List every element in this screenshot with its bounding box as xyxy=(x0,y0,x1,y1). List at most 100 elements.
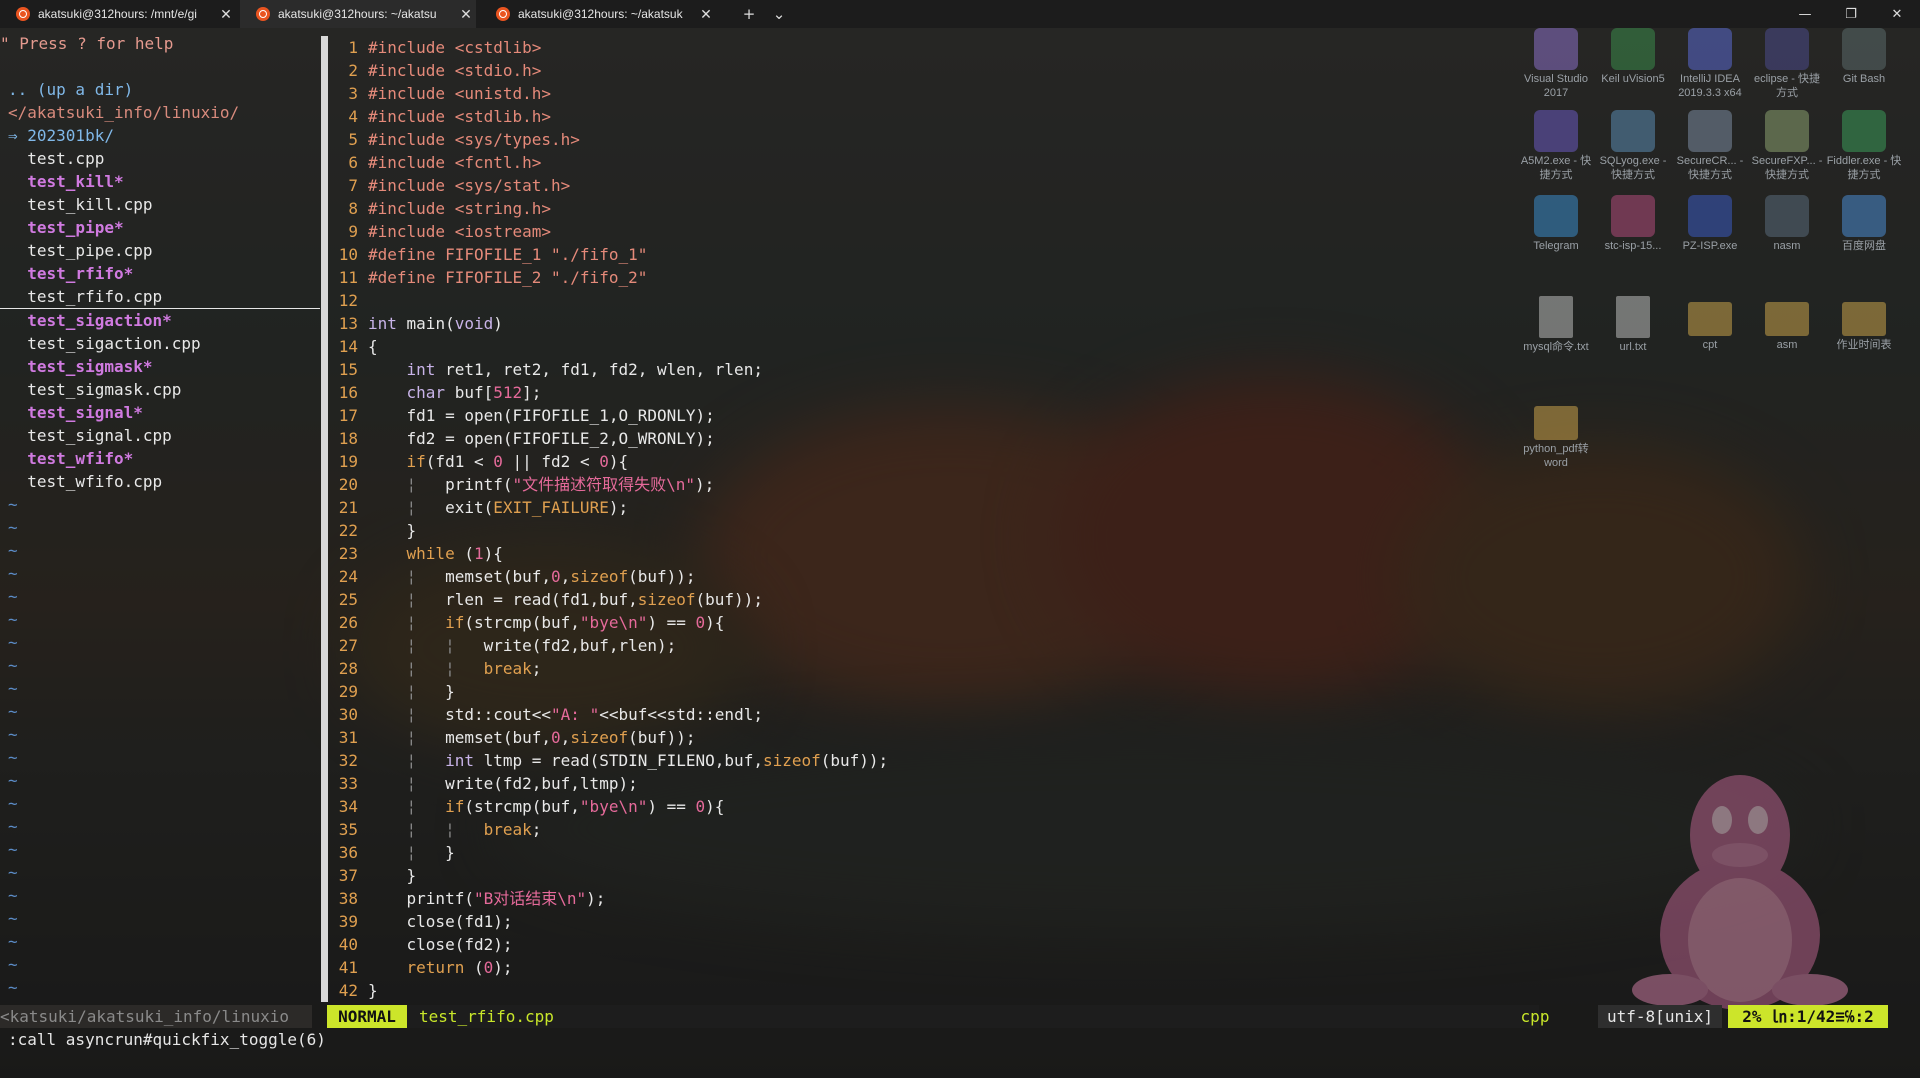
code-line[interactable]: 17 fd1 = open(FIFOFILE_1,O_RDONLY); xyxy=(332,404,1912,427)
code-line[interactable]: 30 ¦ std::cout<<"A: "<<buf<<std::endl; xyxy=(332,703,1912,726)
code-line[interactable]: 35 ¦ ¦ break; xyxy=(332,818,1912,841)
code-line[interactable]: 42} xyxy=(332,979,1912,1002)
code-line[interactable]: 7 #include <sys/stat.h> xyxy=(332,174,1912,197)
code-token: 1 xyxy=(473,544,484,563)
nerdtree-file[interactable]: test_rfifo* xyxy=(0,262,320,285)
line-number: 27 xyxy=(338,636,358,655)
code-line[interactable]: 21 ¦ exit(EXIT_FAILURE); xyxy=(332,496,1912,519)
nerdtree-up-dir[interactable]: .. (up a dir) xyxy=(0,78,320,101)
code-line[interactable]: 15 int ret1, ret2, fd1, fd2, wlen, rlen; xyxy=(332,358,1912,381)
nerdtree-file[interactable]: test_wfifo.cpp xyxy=(0,470,320,493)
ubuntu-icon xyxy=(256,7,270,21)
code-line[interactable]: 8 #include <string.h> xyxy=(332,197,1912,220)
code-line[interactable]: 10 #define FIFOFILE_1 "./fifo_1" xyxy=(332,243,1912,266)
chevron-down-icon[interactable]: ⌄ xyxy=(764,0,794,28)
code-line[interactable]: 4 #include <stdlib.h> xyxy=(332,105,1912,128)
code-line[interactable]: 19 if(fd1 < 0 || fd2 < 0){ xyxy=(332,450,1912,473)
code-token: sizeof xyxy=(637,590,696,609)
nerdtree-file[interactable]: test_sigmask* xyxy=(0,355,320,378)
code-editor[interactable]: 1 #include <cstdlib> 2 #include <stdio.h> 3 #… xyxy=(332,36,1912,1002)
nerdtree-file[interactable]: test.cpp xyxy=(0,147,320,170)
nerdtree-file[interactable]: test_signal* xyxy=(0,401,320,424)
code-token: fd1 = open(FIFOFILE_1,O_RDONLY); xyxy=(368,406,715,425)
code-token: #include <sys/types.h> xyxy=(368,130,580,149)
code-token: ( xyxy=(464,958,484,977)
nerdtree-file[interactable]: test_pipe.cpp xyxy=(0,239,320,262)
tab-3[interactable]: akatsuki@312hours: ~/akatsuk ✕ xyxy=(480,0,716,28)
tab-1[interactable]: akatsuki@312hours: /mnt/e/gi ✕ xyxy=(0,0,236,28)
nerdtree-file[interactable]: test_signal.cpp xyxy=(0,424,320,447)
code-line[interactable]: 31 ¦ memset(buf,0,sizeof(buf)); xyxy=(332,726,1912,749)
line-number: 2 xyxy=(348,61,358,80)
close-icon[interactable]: ✕ xyxy=(456,6,476,23)
code-line[interactable]: 36 ¦ } xyxy=(332,841,1912,864)
indent-guide: ¦ xyxy=(368,728,446,747)
code-token: rlen = read(fd1,buf, xyxy=(445,590,638,609)
line-number: 30 xyxy=(338,705,358,724)
tab-2[interactable]: akatsuki@312hours: ~/akatsu ✕ xyxy=(240,0,476,28)
code-line[interactable]: 25 ¦ rlen = read(fd1,buf,sizeof(buf)); xyxy=(332,588,1912,611)
code-line[interactable]: 5 #include <sys/types.h> xyxy=(332,128,1912,151)
empty-line-marker: ~ xyxy=(8,564,18,583)
minimize-button[interactable]: — xyxy=(1782,0,1828,28)
tab-title: akatsuki@312hours: /mnt/e/gi xyxy=(38,7,197,21)
code-line[interactable]: 18 fd2 = open(FIFOFILE_2,O_WRONLY); xyxy=(332,427,1912,450)
code-line[interactable]: 37 } xyxy=(332,864,1912,887)
code-line[interactable]: 27 ¦ ¦ write(fd2,buf,rlen); xyxy=(332,634,1912,657)
code-line[interactable]: 23 while (1){ xyxy=(332,542,1912,565)
code-token: 0 xyxy=(551,728,561,747)
code-line[interactable]: 32 ¦ int ltmp = read(STDIN_FILENO,buf,si… xyxy=(332,749,1912,772)
code-token: #define FIFOFILE_1 "./fifo_1" xyxy=(368,245,648,264)
code-token: 0 xyxy=(599,452,609,471)
line-number: 28 xyxy=(338,659,358,678)
code-line[interactable]: 1 #include <cstdlib> xyxy=(332,36,1912,59)
nerdtree-file[interactable]: test_sigaction.cpp xyxy=(0,332,320,355)
nerdtree-file[interactable]: test_sigmask.cpp xyxy=(0,378,320,401)
indent-guide: ¦ ¦ xyxy=(368,820,484,839)
code-token: while xyxy=(406,544,455,563)
nerdtree-file[interactable]: test_kill.cpp xyxy=(0,193,320,216)
code-line[interactable]: 2 #include <stdio.h> xyxy=(332,59,1912,82)
nerdtree-file[interactable]: test_rfifo.cpp xyxy=(0,285,320,309)
code-line[interactable]: 12 xyxy=(332,289,1912,312)
code-token: <<buf<<std::endl; xyxy=(599,705,763,724)
code-line[interactable]: 40 close(fd2); xyxy=(332,933,1912,956)
code-line[interactable]: 33 ¦ write(fd2,buf,ltmp); xyxy=(332,772,1912,795)
nerdtree-file[interactable]: test_kill* xyxy=(0,170,320,193)
code-line[interactable]: 14 { xyxy=(332,335,1912,358)
code-line[interactable]: 39 close(fd1); xyxy=(332,910,1912,933)
code-line[interactable]: 24 ¦ memset(buf,0,sizeof(buf)); xyxy=(332,565,1912,588)
nerdtree-dir[interactable]: ⇒ 202301bk/ xyxy=(0,124,320,147)
code-line[interactable]: 6 #include <fcntl.h> xyxy=(332,151,1912,174)
nerdtree-file[interactable]: test_pipe* xyxy=(0,216,320,239)
code-line[interactable]: 34 ¦ if(strcmp(buf,"bye\n") == 0){ xyxy=(332,795,1912,818)
code-line[interactable]: 22 } xyxy=(332,519,1912,542)
new-tab-button[interactable]: + xyxy=(734,0,764,28)
code-line[interactable]: 28 ¦ ¦ break; xyxy=(332,657,1912,680)
close-icon[interactable]: ✕ xyxy=(696,6,716,23)
code-line[interactable]: 11 #define FIFOFILE_2 "./fifo_2" xyxy=(332,266,1912,289)
close-icon[interactable]: ✕ xyxy=(216,6,236,23)
maximize-button[interactable]: ❐ xyxy=(1828,0,1874,28)
code-line[interactable]: 20 ¦ printf("文件描述符取得失败\n"); xyxy=(332,473,1912,496)
statusline-filename: test_rfifo.cpp xyxy=(407,1005,1539,1028)
code-line[interactable]: 9 #include <iostream> xyxy=(332,220,1912,243)
command-line[interactable]: :call asyncrun#quickfix_toggle(6) xyxy=(8,1028,326,1051)
code-token: int xyxy=(406,360,436,379)
code-line[interactable]: 16 char buf[512]; xyxy=(332,381,1912,404)
vertical-split-separator[interactable] xyxy=(321,36,328,1002)
code-token: ret1, ret2, fd1, fd2, wlen, rlen; xyxy=(435,360,763,379)
indent-guide: ¦ xyxy=(368,682,446,701)
code-line[interactable]: 38 printf("B对话结束\n"); xyxy=(332,887,1912,910)
code-line[interactable]: 13 int main(void) xyxy=(332,312,1912,335)
code-line[interactable]: 41 return (0); xyxy=(332,956,1912,979)
code-line[interactable]: 26 ¦ if(strcmp(buf,"bye\n") == 0){ xyxy=(332,611,1912,634)
nerdtree-file[interactable]: test_wfifo* xyxy=(0,447,320,470)
nerdtree-help: " Press ? for help xyxy=(0,34,174,53)
nerdtree-file[interactable]: test_sigaction* xyxy=(0,309,320,332)
line-number: 11 xyxy=(338,268,358,287)
close-window-button[interactable]: ✕ xyxy=(1874,0,1920,28)
code-line[interactable]: 3 #include <unistd.h> xyxy=(332,82,1912,105)
code-line[interactable]: 29 ¦ } xyxy=(332,680,1912,703)
